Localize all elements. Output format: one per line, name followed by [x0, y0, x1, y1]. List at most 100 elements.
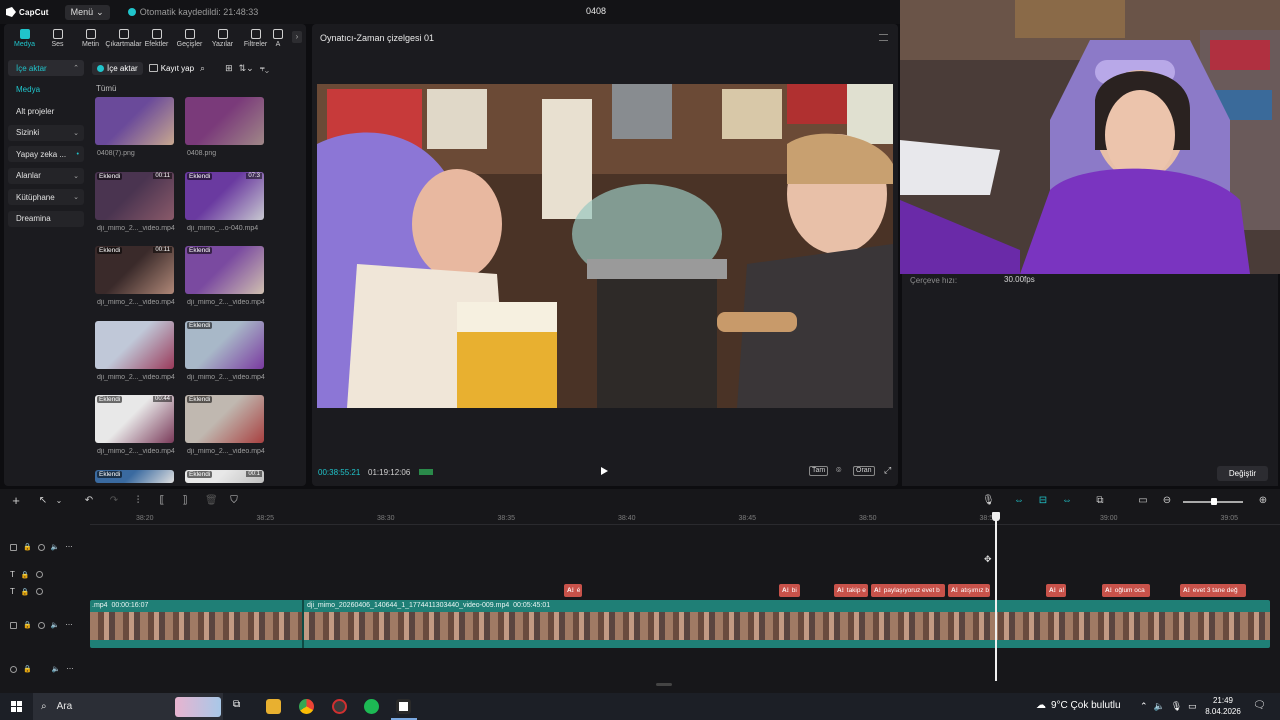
obs-icon[interactable]	[332, 699, 347, 714]
chrome-icon[interactable]	[299, 699, 314, 714]
more-icon[interactable]: ⋯	[65, 621, 72, 629]
sidenav-item[interactable]: Yapay zeka ... •	[8, 146, 84, 162]
shield-icon[interactable]: ⛉	[229, 496, 239, 506]
tab-adjust[interactable]: A	[272, 28, 284, 48]
media-thumbnail[interactable]	[185, 97, 264, 145]
windows-start-icon[interactable]	[11, 701, 22, 712]
clip-2-header[interactable]: dji_mimo_20260406_140644_1_1774411303440…	[307, 602, 550, 609]
zoom-out-icon[interactable]: ⊖	[1162, 496, 1172, 506]
weather-widget[interactable]: ☁ 9°C Çok bulutlu	[1036, 700, 1121, 711]
ratio-button[interactable]: Oran	[853, 466, 875, 476]
captions-icon[interactable]: ▭	[1138, 496, 1148, 506]
speaker-icon[interactable]: 🔈	[51, 621, 60, 629]
select-cursor-icon[interactable]: ↖	[38, 496, 48, 506]
track-thumb-icon[interactable]	[10, 543, 17, 551]
clip-1-header[interactable]: .mp4 00:00:16:07	[92, 602, 148, 609]
time-ruler[interactable]: 38:20 38:25 38:30 38:35 38:40 38:45 38:50 38:55…	[90, 513, 1280, 525]
track-thumb-icon[interactable]	[10, 621, 17, 629]
lock-icon[interactable]: 🔒	[21, 588, 30, 596]
caption-clip[interactable]: A⁝ atışımız b	[948, 584, 990, 597]
record-button[interactable]: Kayıt yap	[148, 64, 194, 73]
zoom-slider-handle[interactable]	[1211, 498, 1217, 505]
tab-effects[interactable]: Efektler	[140, 28, 173, 48]
tab-filter[interactable]: Filtreler	[239, 28, 272, 48]
main-video-track[interactable]: .mp4 00:00:16:07 dji_mimo_20260406_14064…	[90, 600, 1270, 648]
media-thumbnail[interactable]: Eklendi 00:44	[95, 395, 174, 443]
eye-icon[interactable]	[37, 621, 45, 629]
caption-clip[interactable]: A⁝ takip e	[834, 584, 868, 597]
magnet-icon[interactable]: ⊟	[1038, 496, 1048, 506]
media-thumbnail[interactable]	[95, 97, 174, 145]
tab-audio[interactable]: Ses	[41, 28, 74, 48]
sidenav-item[interactable]: İçe aktar ⌃	[8, 60, 84, 76]
sidenav-item[interactable]: Kütüphane ⌄	[8, 189, 84, 205]
split-left-icon[interactable]: ⟦	[157, 496, 167, 506]
media-thumbnail[interactable]: Eklendi	[185, 246, 264, 294]
notifications-icon[interactable]: 🗨	[1253, 700, 1266, 711]
menu-button[interactable]: Menü ⌄	[64, 4, 110, 20]
eye-icon[interactable]	[35, 588, 43, 595]
media-thumbnail[interactable]: Eklendi	[185, 320, 264, 369]
system-tray[interactable]: ⌃🔈🎙▭	[1140, 701, 1203, 712]
more-icon[interactable]: ⋯	[66, 665, 73, 673]
more-icon[interactable]: ⋯	[65, 543, 72, 551]
microphone-icon[interactable]: 🎙	[982, 496, 995, 506]
eye-icon[interactable]	[35, 571, 43, 578]
tab-media[interactable]: Medya	[8, 28, 41, 48]
split-icon[interactable]: ⫶	[133, 496, 143, 506]
lock-icon[interactable]: 🔒	[23, 665, 32, 673]
playhead[interactable]	[995, 516, 997, 681]
tab-captions[interactable]: Yazılar	[206, 28, 239, 48]
caption-clip[interactable]: A⁝ é	[564, 584, 582, 597]
tab-text[interactable]: Metin	[74, 28, 107, 48]
preview-axis-icon[interactable]: ⧉	[1095, 496, 1105, 506]
sidenav-item[interactable]: Alt projeler	[8, 103, 84, 119]
play-icon[interactable]	[601, 467, 608, 475]
caption-clip[interactable]: A⁝ a!	[1046, 584, 1066, 597]
media-thumbnail[interactable]: Eklendi 00:11	[95, 246, 174, 294]
tabs-more-button[interactable]: ›	[292, 31, 302, 43]
search-icon[interactable]: ⌕	[200, 63, 205, 74]
fullscreen-icon[interactable]: ⤢	[882, 466, 893, 476]
caption-clip[interactable]: A⁝ oğlum oca	[1102, 584, 1150, 597]
delete-icon[interactable]: 🗑	[205, 496, 218, 506]
lock-icon[interactable]: 🔒	[21, 571, 30, 579]
link-main-track-icon[interactable]: ⇔	[1014, 496, 1024, 506]
cursor-mode-chevron-icon[interactable]: ⌄	[54, 496, 64, 506]
media-thumbnail[interactable]: Eklendi 07:3	[185, 171, 264, 220]
hamburger-menu-icon[interactable]	[879, 34, 888, 41]
linkage-icon[interactable]: ⇔	[1062, 496, 1072, 506]
video-preview[interactable]	[317, 84, 893, 408]
media-thumbnail[interactable]: Eklendi	[95, 469, 174, 483]
taskbar-clock[interactable]: 21:49 8.04.2026	[1200, 695, 1246, 717]
sidenav-item[interactable]: Sizinki ⌄	[8, 124, 84, 141]
import-button[interactable]: İçe aktar	[92, 61, 143, 75]
caption-clip[interactable]: A⁝ paylaşıyoruz evet b	[871, 584, 945, 597]
filter-icon[interactable]: ⫧⌄	[260, 63, 269, 74]
undo-icon[interactable]: ↶	[84, 496, 94, 506]
sort-icon[interactable]: ⇅⌄	[239, 63, 254, 74]
full-quality-button[interactable]: Tam	[809, 466, 829, 476]
snapshot-icon[interactable]: ⌾	[834, 466, 843, 476]
add-track-icon[interactable]: +	[11, 494, 21, 507]
caption-clip[interactable]: A⁝ evet 3 tane değ	[1180, 584, 1246, 597]
redo-icon[interactable]: ↷	[109, 496, 119, 506]
spotify-icon[interactable]	[364, 699, 379, 714]
zoom-in-icon[interactable]: ⊕	[1258, 496, 1268, 506]
taskbar-search[interactable]: ⌕ Ara	[33, 693, 223, 720]
change-button[interactable]: Değiştir	[1216, 466, 1268, 481]
eye-icon[interactable]	[37, 543, 45, 551]
speaker-icon[interactable]: 🔈	[51, 543, 60, 551]
sidenav-item[interactable]: Alanlar ⌄	[8, 167, 84, 184]
tab-transition[interactable]: Geçişler	[173, 28, 206, 48]
caption-clip[interactable]: A⁝ bi	[779, 584, 800, 597]
capcut-taskbar-icon[interactable]	[396, 699, 411, 714]
media-thumbnail[interactable]: Eklendi 00:1	[185, 469, 264, 483]
speaker-icon[interactable]: 🔈	[52, 665, 61, 673]
media-thumbnail[interactable]: Eklendi 00:11	[95, 171, 174, 220]
media-thumbnail[interactable]	[95, 320, 174, 369]
split-right-icon[interactable]: ⟧	[180, 496, 190, 506]
lock-icon[interactable]: 🔒	[23, 621, 32, 629]
file-explorer-icon[interactable]	[266, 699, 281, 714]
grid-view-icon[interactable]: ⊞	[225, 63, 233, 74]
